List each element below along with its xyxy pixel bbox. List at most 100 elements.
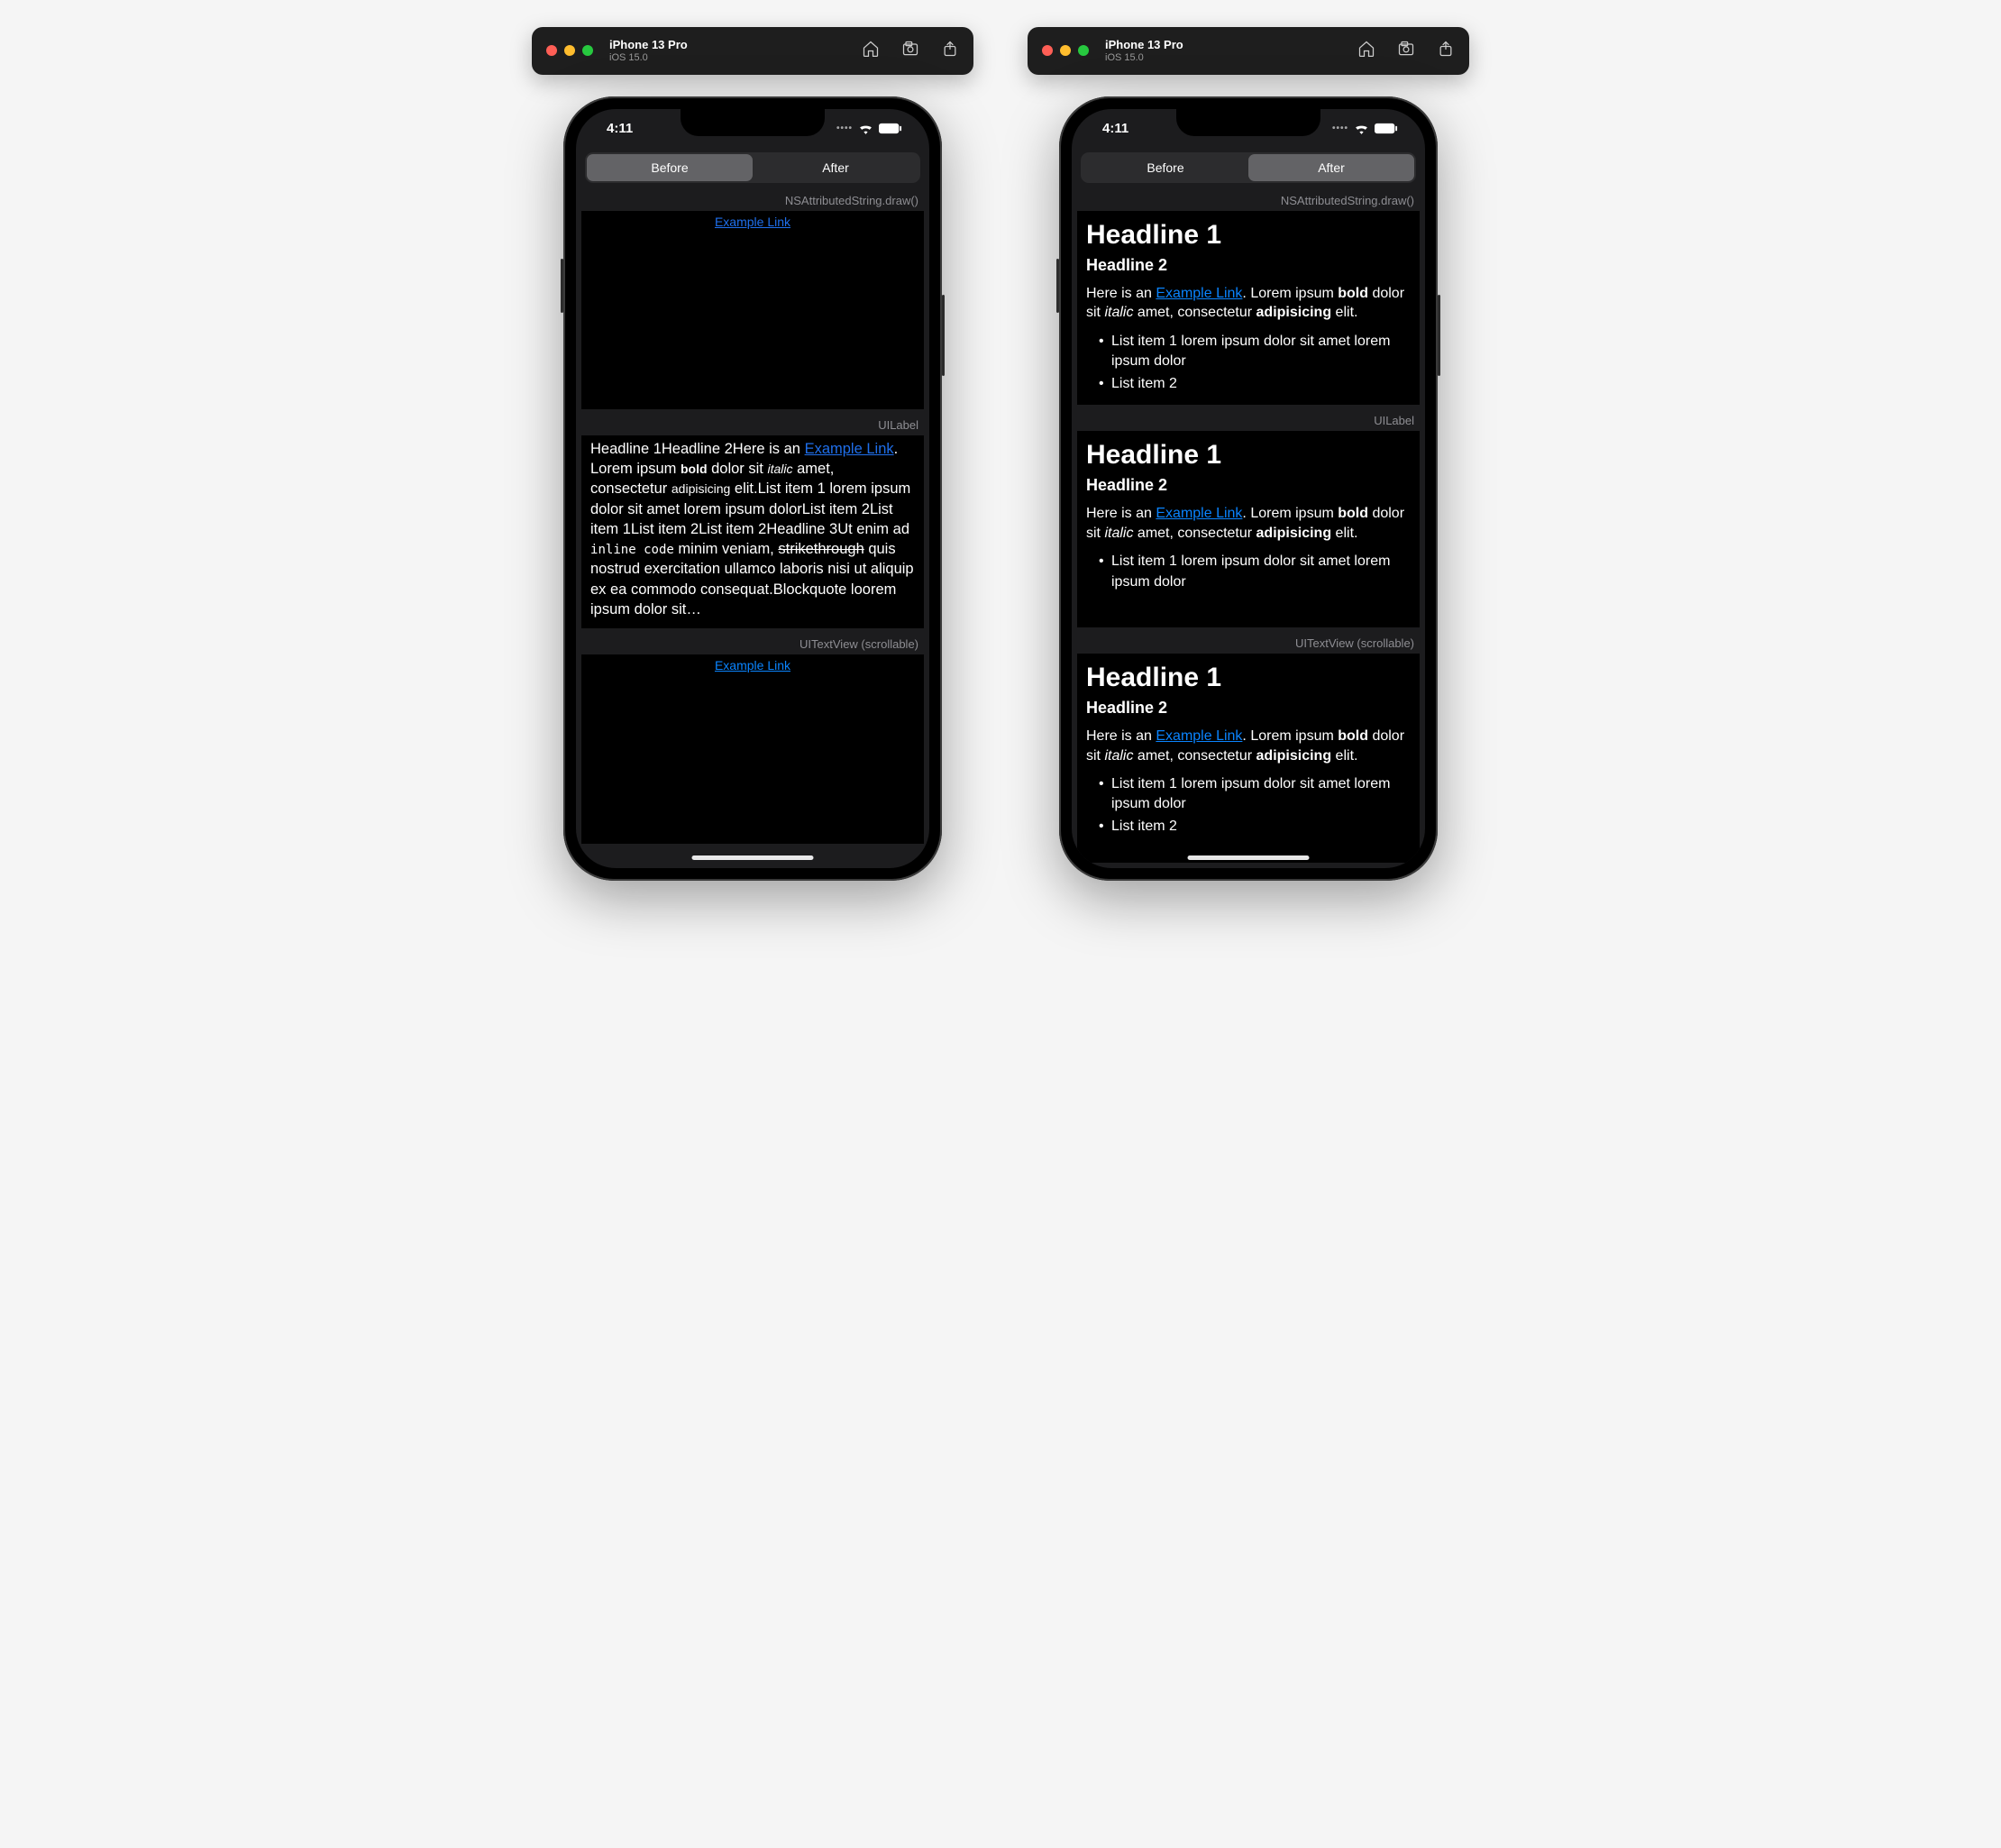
label-text: Headline 1Headline 2Here is an: [590, 441, 805, 457]
p-text: . Lorem ipsum: [1242, 728, 1338, 744]
segment-after[interactable]: After: [753, 154, 918, 181]
segment-after[interactable]: After: [1248, 154, 1414, 181]
minimize-window-icon[interactable]: [1060, 45, 1071, 56]
p-adip: adipisicing: [1256, 748, 1332, 764]
paragraph: Here is an Example Link. Lorem ipsum bol…: [1086, 727, 1411, 765]
simulator-after: iPhone 13 Pro iOS 15.0 4:11 •••• Before …: [1028, 27, 1469, 881]
notch: [1176, 109, 1320, 136]
panel-uilabel: Headline 1 Headline 2 Here is an Example…: [1077, 431, 1420, 627]
p-italic: italic: [1104, 748, 1133, 764]
paragraph: Here is an Example Link. Lorem ipsum bol…: [1086, 504, 1411, 543]
segmented-control[interactable]: Before After: [585, 152, 920, 183]
example-link[interactable]: Example Link: [715, 658, 790, 672]
list-item: List item 1 lorem ipsum dolor sit amet l…: [1099, 774, 1411, 815]
section-label-uilabel: UILabel: [576, 415, 929, 435]
example-link[interactable]: Example Link: [1156, 506, 1242, 521]
list-item: List item 1 lorem ipsum dolor sit amet l…: [1099, 332, 1411, 372]
section-label-uilabel: UILabel: [1072, 410, 1425, 431]
example-link[interactable]: Example Link: [1156, 728, 1242, 744]
headline-1: Headline 1: [1086, 440, 1411, 471]
panel-uilabel: Headline 1Headline 2Here is an Example L…: [581, 435, 924, 628]
battery-icon: [1375, 123, 1398, 134]
cellular-dots-icon: ••••: [836, 124, 853, 133]
p-text: amet, consectetur: [1133, 526, 1256, 541]
label-text: dolor sit: [708, 461, 768, 477]
headline-2: Headline 2: [1086, 476, 1411, 495]
notch: [681, 109, 825, 136]
example-link[interactable]: Example Link: [715, 215, 790, 229]
panel-uitextview[interactable]: Headline 1 Headline 2 Here is an Example…: [1077, 654, 1420, 863]
section-label-draw: NSAttributedString.draw(): [576, 190, 929, 211]
zoom-window-icon[interactable]: [1078, 45, 1089, 56]
list-item: List item 2: [1099, 374, 1411, 394]
p-text: elit.: [1331, 526, 1357, 541]
panel-uitextview[interactable]: Example Link: [581, 654, 924, 844]
home-indicator[interactable]: [1188, 855, 1310, 860]
home-icon[interactable]: [1357, 40, 1375, 62]
p-bold: bold: [1338, 286, 1368, 301]
screenshot-icon[interactable]: [1397, 40, 1415, 62]
paragraph: Here is an Example Link. Lorem ipsum bol…: [1086, 284, 1411, 323]
home-icon[interactable]: [862, 40, 880, 62]
simulator-titlebar: iPhone 13 Pro iOS 15.0: [1028, 27, 1469, 75]
traffic-lights: [546, 45, 593, 56]
minimize-window-icon[interactable]: [564, 45, 575, 56]
bullet-list: List item 1 lorem ipsum dolor sit amet l…: [1086, 552, 1411, 592]
segmented-control[interactable]: Before After: [1081, 152, 1416, 183]
section-label-draw: NSAttributedString.draw(): [1072, 190, 1425, 211]
label-adip: adipisicing: [672, 481, 730, 496]
p-bold: bold: [1338, 728, 1368, 744]
status-time: 4:11: [1102, 121, 1128, 136]
wifi-icon: [1354, 123, 1369, 134]
close-window-icon[interactable]: [546, 45, 557, 56]
panel-draw: Example Link: [581, 211, 924, 409]
segment-before[interactable]: Before: [587, 154, 753, 181]
label-italic: italic: [767, 462, 792, 476]
headline-2: Headline 2: [1086, 699, 1411, 718]
p-bold: bold: [1338, 506, 1368, 521]
battery-icon: [879, 123, 902, 134]
status-time: 4:11: [607, 121, 633, 136]
content-scroll[interactable]: NSAttributedString.draw() Example Link U…: [576, 190, 929, 868]
phone-frame: 4:11 •••• Before After NSAttributedStrin…: [1059, 96, 1438, 881]
p-adip: adipisicing: [1256, 305, 1332, 320]
example-link[interactable]: Example Link: [805, 441, 894, 457]
phone-frame: 4:11 •••• Before After NSAttributedStrin…: [563, 96, 942, 881]
screenshot-icon[interactable]: [901, 40, 919, 62]
segment-before[interactable]: Before: [1083, 154, 1248, 181]
list-item: List item 1 lorem ipsum dolor sit amet l…: [1099, 552, 1411, 592]
share-icon[interactable]: [941, 40, 959, 62]
wifi-icon: [858, 123, 873, 134]
p-text: Here is an: [1086, 728, 1156, 744]
simulator-titlebar: iPhone 13 Pro iOS 15.0: [532, 27, 973, 75]
headline-1: Headline 1: [1086, 220, 1411, 251]
label-code: inline code: [590, 543, 674, 557]
section-label-uitextview: UITextView (scrollable): [576, 634, 929, 654]
simulator-before: iPhone 13 Pro iOS 15.0 4:11 •••• Before …: [532, 27, 973, 881]
zoom-window-icon[interactable]: [582, 45, 593, 56]
close-window-icon[interactable]: [1042, 45, 1053, 56]
share-icon[interactable]: [1437, 40, 1455, 62]
p-text: amet, consectetur: [1133, 305, 1256, 320]
p-text: Here is an: [1086, 506, 1156, 521]
simulator-device-name: iPhone 13 Pro: [609, 38, 862, 52]
cellular-dots-icon: ••••: [1332, 124, 1348, 133]
p-text: Here is an: [1086, 286, 1156, 301]
p-adip: adipisicing: [1256, 526, 1332, 541]
p-text: amet, consectetur: [1133, 748, 1256, 764]
p-italic: italic: [1104, 305, 1133, 320]
content-scroll[interactable]: NSAttributedString.draw() Headline 1 Hea…: [1072, 190, 1425, 868]
headline-1: Headline 1: [1086, 663, 1411, 693]
simulator-os-version: iOS 15.0: [609, 52, 862, 64]
p-text: . Lorem ipsum: [1242, 506, 1338, 521]
label-strike: strikethrough: [778, 541, 863, 557]
example-link[interactable]: Example Link: [1156, 286, 1242, 301]
section-label-uitextview: UITextView (scrollable): [1072, 633, 1425, 654]
home-indicator[interactable]: [692, 855, 814, 860]
simulator-os-version: iOS 15.0: [1105, 52, 1357, 64]
headline-2: Headline 2: [1086, 256, 1411, 275]
p-italic: italic: [1104, 526, 1133, 541]
bullet-list: List item 1 lorem ipsum dolor sit amet l…: [1086, 774, 1411, 837]
p-text: elit.: [1331, 748, 1357, 764]
label-text: minim veniam,: [674, 541, 779, 557]
